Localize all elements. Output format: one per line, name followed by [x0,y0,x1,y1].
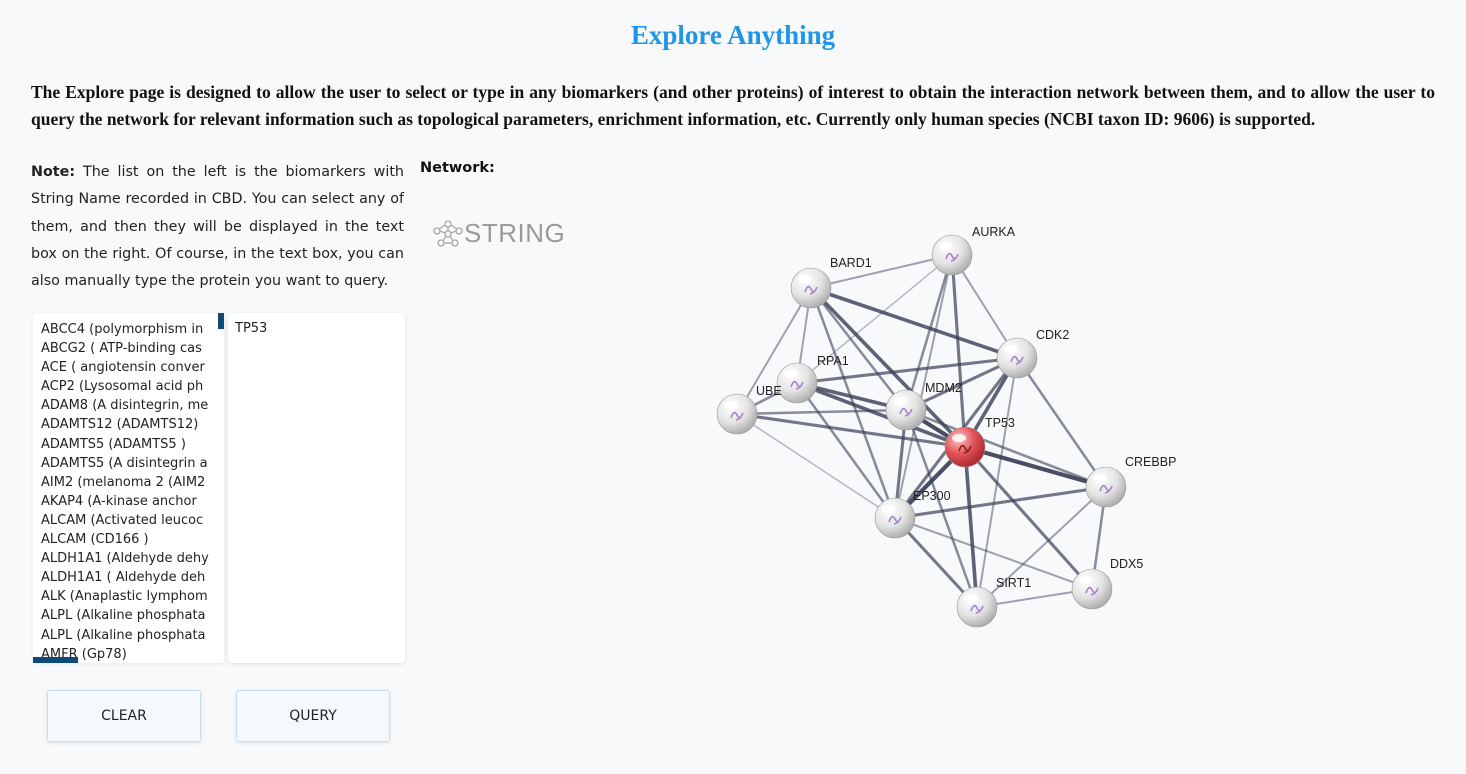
network-edge[interactable] [964,444,1107,490]
network-node-label: EP300 [913,489,951,503]
network-edge[interactable] [736,413,896,519]
network-node-crebbp[interactable]: CREBBP [1085,455,1176,508]
network-node-bard1[interactable]: BARD1 [790,256,872,309]
network-node-aurka[interactable]: AURKA [931,225,1016,276]
network-node-label: SIRT1 [996,576,1031,590]
network-node-cdk2[interactable]: CDK2 [996,328,1069,379]
network-node-label: AURKA [972,225,1016,239]
network-graph[interactable]: AURKA BARD1 CDK2 RPA1 UBE MDM2 TP53 CREBBP EP300… [0,0,1466,774]
network-edge[interactable] [963,446,979,608]
network-node-label: MDM2 [925,381,962,395]
network-node-label: DDX5 [1110,557,1143,571]
network-node-label: BARD1 [830,256,872,270]
network-node-label: CREBBP [1125,455,1176,469]
network-node-label: RPA1 [817,354,849,368]
network-node-label: UBE [756,384,782,398]
network-edge[interactable] [950,254,967,448]
network-edge[interactable] [810,286,1018,360]
network-node-ddx5[interactable]: DDX5 [1071,557,1143,610]
network-node-label: TP53 [985,416,1015,430]
network-node-label: CDK2 [1036,328,1069,342]
